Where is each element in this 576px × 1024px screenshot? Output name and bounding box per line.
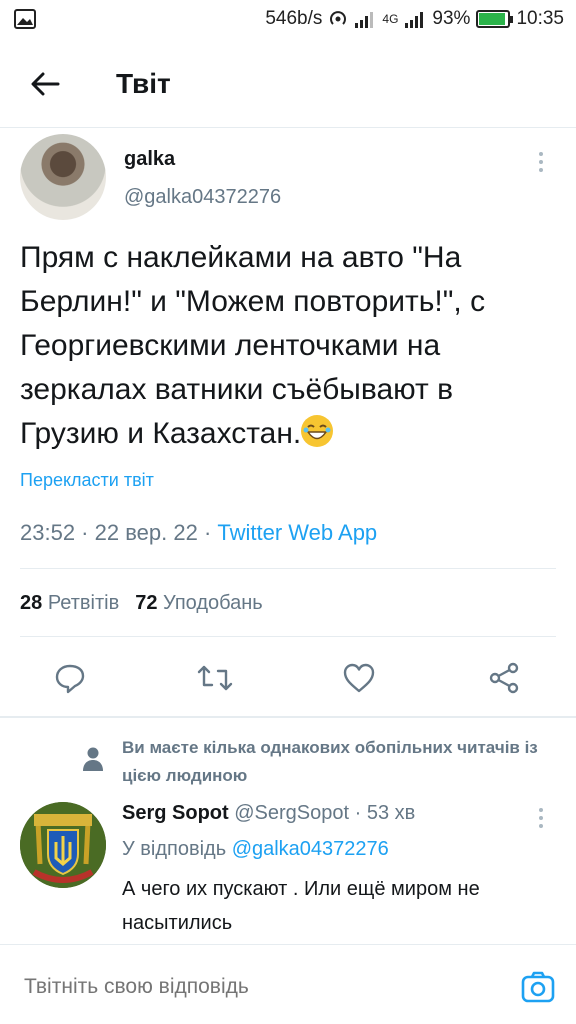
reply-time: · 53 хв [354, 802, 416, 824]
tweet-text: Прям с наклейками на авто "На Берлин!" и… [20, 236, 560, 456]
avatar[interactable] [20, 134, 106, 220]
retweets-count: 28 [20, 592, 43, 614]
author-handle[interactable]: @galka04372276 [124, 186, 281, 209]
battery-percent: 93% [432, 8, 471, 29]
share-icon [489, 662, 519, 694]
translate-tweet-link[interactable]: Перекласти твіт [20, 470, 154, 491]
tweet-date: 22 вер. 22 [94, 520, 198, 545]
likes-stat[interactable]: 72 Уподобань [135, 592, 263, 615]
reply-to-line: У відповідь @galka04372276 [122, 838, 389, 861]
signal-4g-icon [405, 12, 424, 28]
battery-fill [479, 13, 506, 25]
tweet-time: 23:52 [20, 520, 76, 545]
share-button[interactable] [484, 658, 524, 698]
signal-icon [355, 12, 374, 28]
screen: 546b/s 4G 93% 10:35 Твіт galka @galka043… [0, 0, 576, 1024]
header: Твіт [0, 40, 576, 128]
arrow-left-icon [31, 72, 60, 95]
divider [20, 636, 556, 637]
person-icon [83, 747, 103, 771]
tweet-author-row[interactable]: galka @galka04372276 [20, 128, 556, 228]
gallery-icon [14, 9, 36, 29]
battery-icon [476, 10, 514, 28]
reply-author-handle[interactable]: @SergSopot [234, 802, 349, 824]
retweet-button[interactable] [195, 658, 235, 698]
like-button[interactable] [339, 658, 379, 698]
reply-input[interactable] [24, 971, 484, 1003]
likes-label: Уподобань [163, 592, 263, 614]
compose-bar [0, 944, 576, 1024]
more-options-icon[interactable] [534, 806, 548, 830]
tweet-actions [50, 658, 524, 698]
tweet-text-content: Прям с наклейками на авто "На Берлин!" и… [20, 241, 486, 450]
reply-to-mention[interactable]: @galka04372276 [232, 838, 389, 860]
reply-author-name[interactable]: Serg Sopot [122, 802, 229, 824]
retweets-stat[interactable]: 28 Ретвітів [20, 592, 119, 615]
status-right: 546b/s 4G 93% 10:35 [265, 8, 564, 30]
retweet-icon [197, 665, 232, 691]
mutual-followers-text: Ви маєте кілька однакових обопільних чит… [122, 738, 538, 785]
reply-icon [55, 664, 85, 694]
mutual-followers-notice: Ви маєте кілька однакових обопільних чит… [0, 730, 576, 790]
back-button[interactable] [0, 40, 90, 128]
section-divider [0, 716, 576, 718]
tweet-meta: 23:52 · 22 вер. 22 · Twitter Web App [20, 520, 377, 546]
author-name[interactable]: galka [124, 148, 175, 171]
laughing-emoji-icon [301, 415, 334, 447]
clock: 10:35 [516, 8, 564, 29]
status-left [14, 9, 36, 29]
coat-of-arms-icon [20, 802, 106, 888]
reply-to-label: У відповідь [122, 838, 227, 860]
page-title: Твіт [116, 67, 171, 99]
status-bar: 546b/s 4G 93% 10:35 [0, 0, 576, 38]
reply-text: А чего их пускают . Или ещё миром не нас… [122, 878, 480, 934]
tweet-source[interactable]: Twitter Web App [217, 520, 377, 545]
reply-header: Serg Sopot @SergSopot · 53 хв [122, 802, 415, 825]
retweets-label: Ретвітів [47, 592, 120, 614]
tweet: galka @galka04372276 Прям с наклейками н… [20, 128, 556, 694]
hotspot-icon [330, 11, 347, 25]
reply-button[interactable] [50, 658, 90, 698]
more-options-icon[interactable] [534, 150, 548, 174]
reply-avatar[interactable] [20, 802, 106, 888]
likes-count: 72 [135, 592, 158, 614]
divider [20, 568, 556, 569]
network-speed: 546b/s [265, 8, 323, 29]
camera-icon[interactable] [520, 969, 556, 1005]
network-type: 4G [382, 12, 399, 26]
tweet-stats: 28 Ретвітів 72 Уподобань [20, 592, 263, 615]
heart-icon [344, 663, 375, 693]
meta-separator-2: · [197, 520, 218, 545]
meta-separator: · [75, 520, 95, 545]
